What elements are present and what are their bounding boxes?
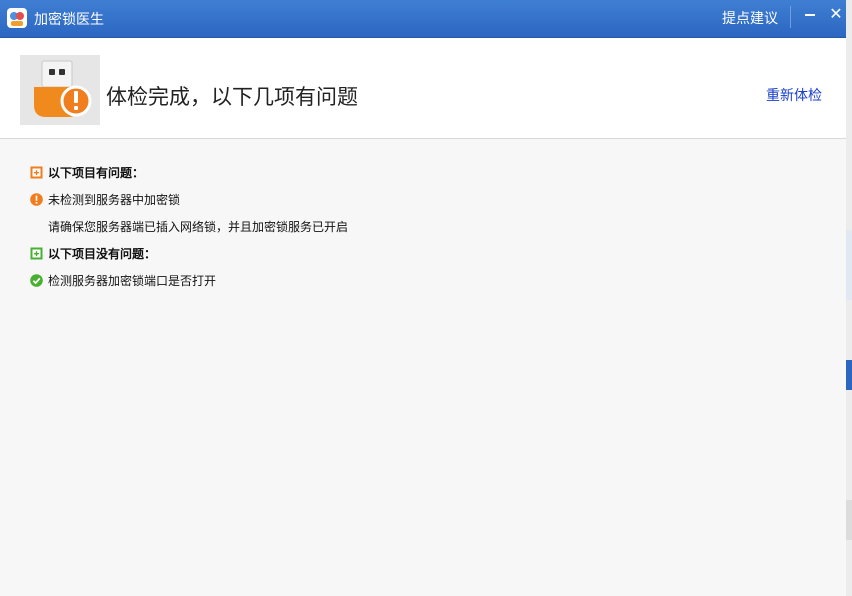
problem-item-text: 未检测到服务器中加密锁 [48, 193, 181, 207]
result-header: 体检完成，以下几项有问题 重新体检 [0, 38, 846, 139]
strip-segment [846, 500, 852, 540]
warning-icon [30, 193, 43, 206]
close-icon: ✕ [829, 4, 843, 23]
recheck-link[interactable]: 重新体检 [766, 85, 822, 105]
usb-lock-warning-icon [20, 55, 100, 125]
problem-hint-text: 请确保您服务器端已插入网络锁，并且加密锁服务已开启 [48, 220, 349, 234]
title-bar[interactable]: 加密锁医生 提点建议 ✕ [0, 0, 846, 38]
doctor-app-icon [7, 8, 27, 28]
strip-segment [846, 360, 852, 390]
check-icon [30, 274, 43, 287]
strip-segment [846, 230, 852, 300]
problems-heading: 以下项目有问题： [48, 166, 145, 180]
feedback-link[interactable]: 提点建议 [722, 8, 778, 28]
background-desktop-strip [846, 0, 852, 596]
expand-section-icon[interactable] [30, 247, 43, 260]
close-button[interactable]: ✕ [826, 4, 846, 24]
ok-item-text: 检测服务器加密锁端口是否打开 [48, 274, 217, 288]
minimize-button[interactable] [800, 4, 820, 24]
titlebar-divider [790, 6, 791, 28]
ok-heading: 以下项目没有问题： [48, 247, 157, 261]
result-title: 体检完成，以下几项有问题 [106, 85, 358, 109]
window-title: 加密锁医生 [34, 12, 104, 28]
main-window: 加密锁医生 提点建议 ✕ 体检完成，以下几项有问题 重新体检 以下项目有问题： … [0, 0, 846, 596]
expand-section-icon[interactable] [30, 166, 43, 179]
